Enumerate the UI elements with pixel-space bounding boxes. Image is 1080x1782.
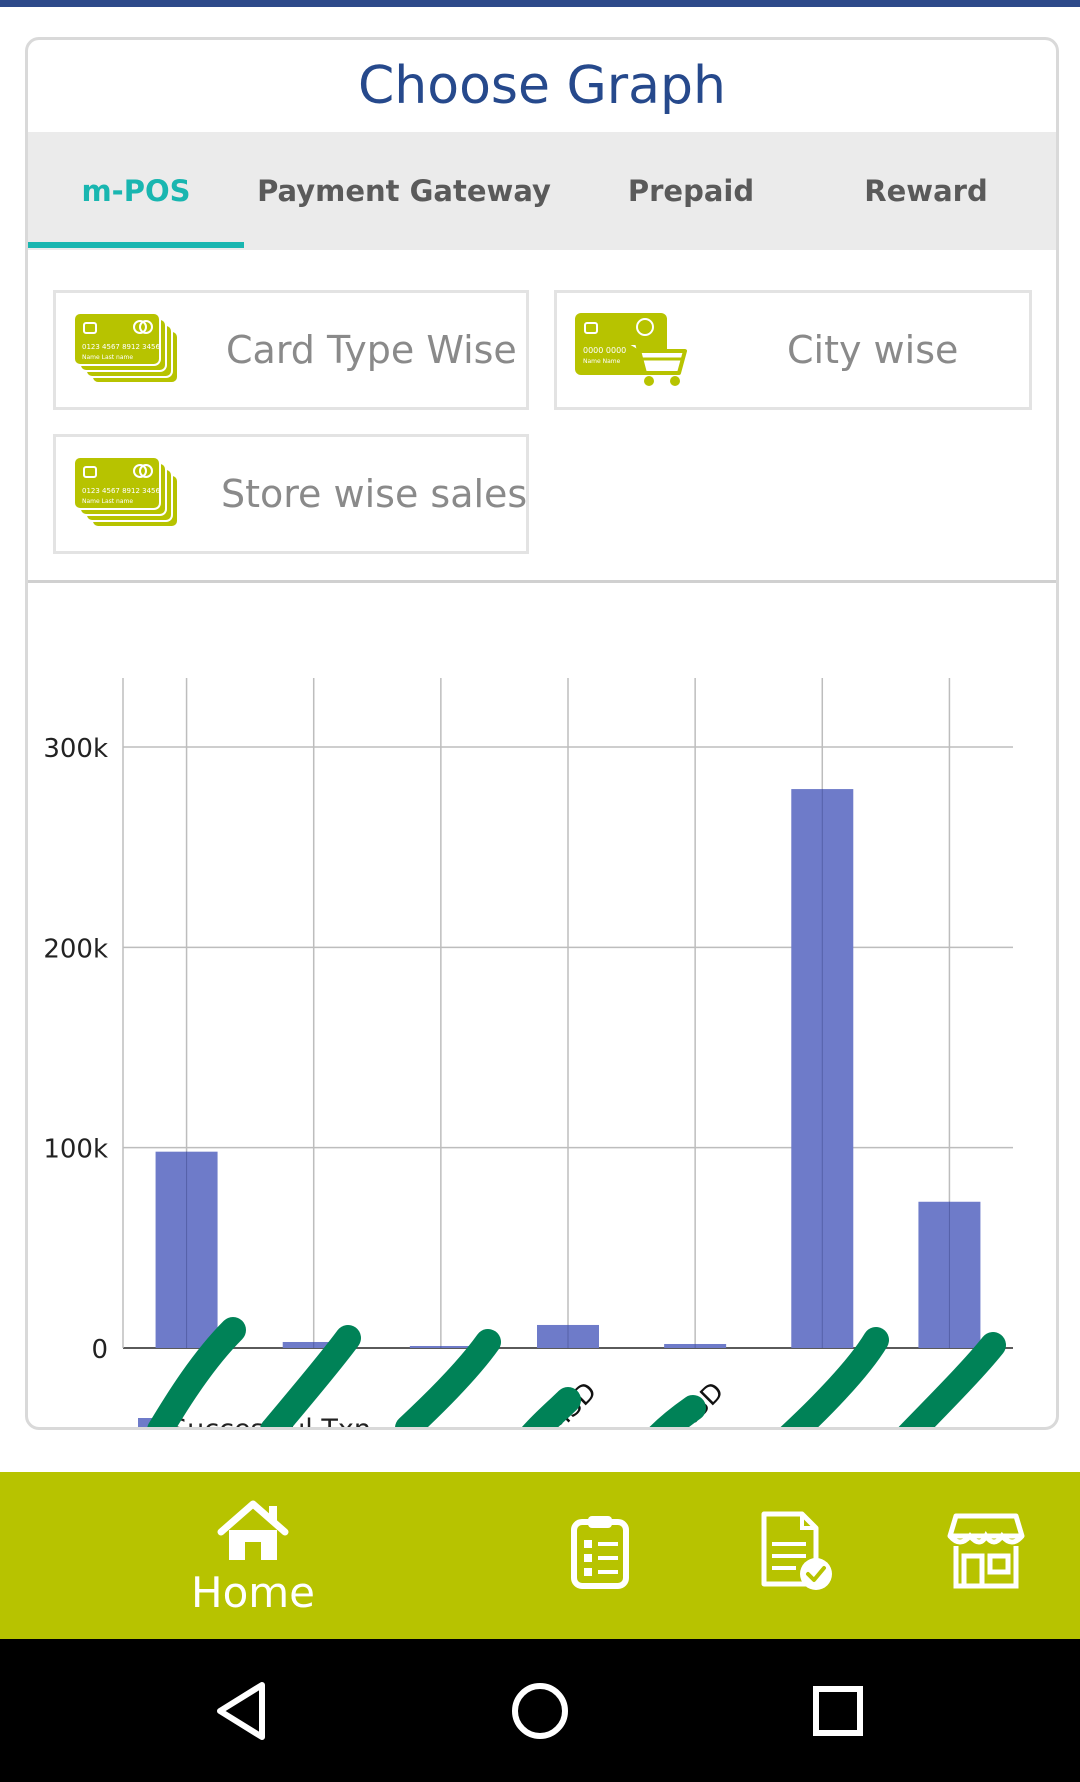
tab-reward[interactable]: Reward [818, 132, 1034, 250]
tab-m-pos[interactable]: m-POS [28, 132, 244, 250]
y-tick-label: 300k [43, 734, 108, 764]
active-tab-indicator [28, 242, 244, 248]
home-circle-icon[interactable] [510, 1681, 570, 1741]
system-navigation-bar [0, 1639, 1080, 1782]
nav-reports[interactable] [560, 1512, 640, 1592]
clipboard-list-icon [571, 1516, 629, 1589]
bar-chart: 0100k200k300k SMSDSMSD Successful Txn. [43, 678, 1013, 1427]
card-number-text: 0000 0000 [583, 346, 626, 355]
redaction-scribble [898, 1332, 1006, 1427]
document-check-icon [761, 1511, 832, 1590]
card-type-wise-option[interactable]: 0123 4567 8912 3456 Name Last name Card … [53, 290, 529, 410]
home-icon [217, 1500, 289, 1560]
y-tick-label: 100k [43, 1135, 108, 1165]
page-title: Choose Graph [357, 56, 726, 116]
top-status-strip [0, 0, 1080, 7]
card-name-text: Name Name [583, 358, 621, 365]
store-wise-sales-option[interactable]: 0123 4567 8912 3456 Name Last name Store… [53, 434, 529, 554]
city-wise-option[interactable]: 0000 0000 Name Name City wise [554, 290, 1032, 410]
option-label: Store wise sales [221, 472, 528, 516]
option-label: Card Type Wise [226, 328, 517, 372]
redaction-scribble [780, 1327, 889, 1427]
card-name-text: Name Last name [82, 498, 133, 505]
nav-home-label: Home [190, 1568, 316, 1617]
card-number-text: 0123 4567 8912 3456 [82, 487, 160, 495]
back-icon[interactable] [212, 1679, 268, 1743]
choose-graph-card: Choose Graph m-POS Payment Gateway Prepa… [25, 37, 1059, 1430]
tab-payment-gateway[interactable]: Payment Gateway [244, 132, 564, 250]
y-tick-label: 200k [43, 934, 108, 964]
nav-stores[interactable] [946, 1508, 1026, 1592]
store-icon [947, 1513, 1025, 1589]
bottom-navigation: Home [0, 1472, 1080, 1639]
section-divider [28, 580, 1056, 583]
y-tick-label: 0 [91, 1335, 108, 1365]
y-axis-ticks: 0 100k 200k 300k [43, 734, 108, 1365]
credit-cards-icon: 0123 4567 8912 3456 Name Last name [74, 312, 179, 384]
graph-tabs: m-POS Payment Gateway Prepaid Reward [28, 132, 1056, 250]
card-name-text: Name Last name [82, 354, 133, 361]
card-number-text: 0123 4567 8912 3456 [82, 343, 160, 351]
option-label: City wise [787, 328, 959, 372]
tab-prepaid[interactable]: Prepaid [564, 132, 818, 250]
redaction-scribble [395, 1329, 501, 1427]
card-cart-icon: 0000 0000 Name Name [575, 313, 687, 386]
redaction-scribble [649, 1395, 706, 1427]
redaction-scribble [521, 1387, 581, 1427]
recents-icon[interactable] [812, 1685, 864, 1737]
credit-cards-icon: 0123 4567 8912 3456 Name Last name [74, 456, 179, 528]
chart-grid [122, 678, 1013, 1349]
nav-approved-documents[interactable] [752, 1508, 842, 1598]
